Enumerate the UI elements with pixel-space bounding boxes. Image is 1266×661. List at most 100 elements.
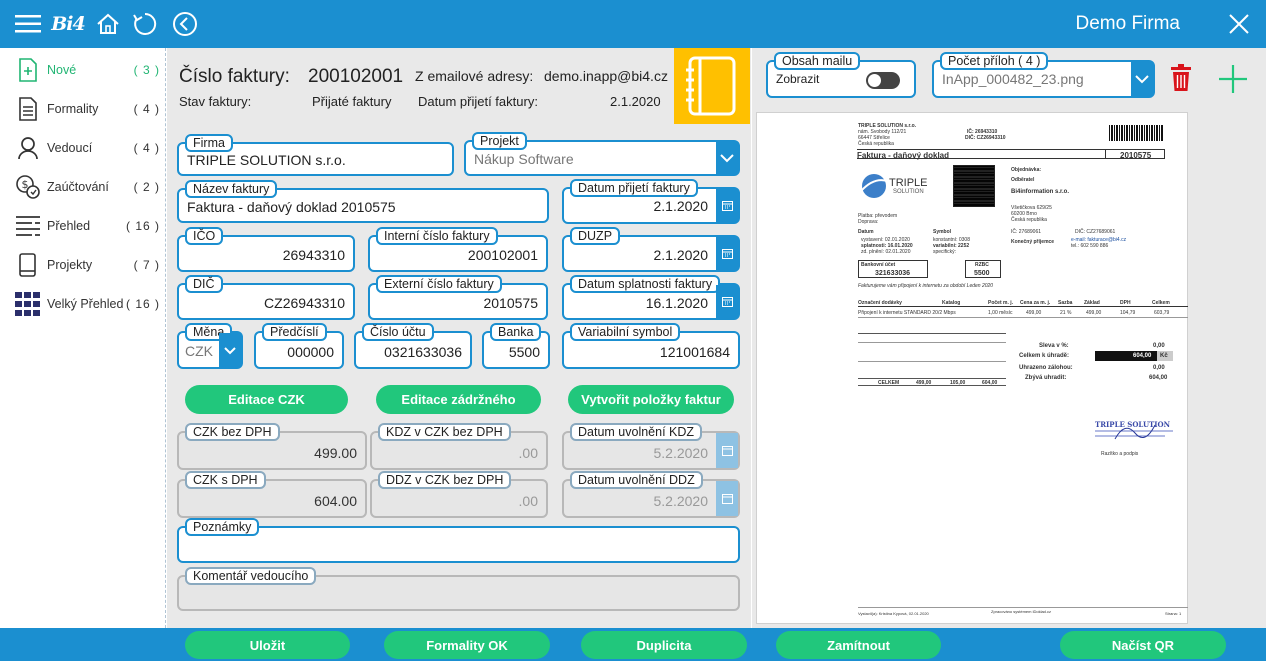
- sidebar-item-label: Zaúčtování: [47, 180, 109, 194]
- sidebar-item-label: Přehled: [47, 219, 91, 233]
- field-value: Faktura - daňový doklad 2010575: [187, 199, 396, 215]
- sidebar-item-label: Velký Přehled: [47, 297, 124, 311]
- field-label: CZK bez DPH: [185, 423, 280, 441]
- home-icon[interactable]: [94, 8, 122, 40]
- ico-field[interactable]: IČO 26943310: [177, 227, 355, 272]
- sidebar-item-vedouci[interactable]: Vedoucí ( 4 ): [0, 130, 166, 166]
- vytvorit-polozky-button[interactable]: Vytvořit položky faktur: [568, 385, 734, 414]
- preview-sleva-val: 0,00: [1153, 343, 1165, 349]
- field-value: 2.1.2020: [653, 198, 709, 214]
- chevron-down-icon[interactable]: [716, 142, 738, 174]
- sidebar-item-label: Nové: [47, 63, 77, 77]
- project-icon: [14, 251, 42, 279]
- preview-razitko: Razítko a podpis: [1101, 451, 1139, 457]
- duzp-field[interactable]: DUZP 2.1.2020: [562, 227, 740, 272]
- sum-zaklad: 499,00: [916, 380, 932, 386]
- field-value: TRIPLE SOLUTION s.r.o.: [187, 152, 346, 168]
- formality-ok-button[interactable]: Formality OK: [384, 631, 550, 659]
- row-dph: 104,79: [1120, 310, 1136, 316]
- trash-icon[interactable]: [1170, 64, 1192, 92]
- preview-odberatel: Odběratel: [1011, 177, 1035, 183]
- toggle-switch[interactable]: [866, 72, 900, 89]
- czk-bez-dph-field: CZK bez DPH 499.00: [177, 423, 367, 470]
- preview-items-header: Označení dodávky Katalog Počet m. j. Cen…: [858, 299, 1188, 307]
- sidebar-item-formality[interactable]: Formality ( 4 ): [0, 91, 166, 127]
- col-pocet: Počet m. j.: [988, 300, 1014, 306]
- calendar-icon[interactable]: [716, 285, 738, 318]
- refresh-icon[interactable]: [130, 8, 160, 40]
- field-label: CZK s DPH: [185, 471, 266, 489]
- col-celkem: Celkem: [1152, 300, 1170, 306]
- preview-celkem-val: 604,00: [1133, 353, 1152, 359]
- datum-splatnosti-field[interactable]: Datum splatnosti faktury 16.1.2020: [562, 275, 740, 320]
- obsah-mailu-field: Obsah mailu Zobrazit: [766, 52, 916, 98]
- field-value: 121001684: [659, 344, 730, 360]
- preview-title-box: Faktura - daňový doklad: [857, 149, 1107, 160]
- sidebar-item-nove[interactable]: Nové ( 3 ): [0, 52, 166, 88]
- sidebar-item-count: ( 2 ): [133, 180, 160, 194]
- projekt-select[interactable]: Projekt Nákup Software: [464, 132, 740, 176]
- field-label: Název faktury: [185, 180, 278, 198]
- externi-cislo-field[interactable]: Externí číslo faktury 2010575: [368, 275, 548, 320]
- banka-field[interactable]: Banka 5500: [482, 323, 550, 369]
- duplicita-button[interactable]: Duplicita: [581, 631, 747, 659]
- cislo-uctu-field[interactable]: Číslo účtu 0321633036: [354, 323, 472, 369]
- sidebar-item-velky-prehled[interactable]: Velký Přehled ( 16 ): [0, 286, 166, 322]
- field-value: 499.00: [314, 445, 357, 461]
- sidebar: Nové ( 3 ) Formality ( 4 ) Vedoucí ( 4 )…: [0, 48, 166, 628]
- sidebar-item-count: ( 16 ): [125, 219, 160, 233]
- calendar-icon[interactable]: [716, 237, 738, 270]
- sidebar-item-zauctovani[interactable]: $ Zaúčtování ( 2 ): [0, 169, 166, 205]
- field-value: 200102001: [467, 247, 538, 263]
- row-pocet: 1,00 měsíc: [988, 310, 1013, 316]
- prilohy-select[interactable]: Počet příloh ( 4 ) InApp_000482_23.png: [932, 52, 1155, 98]
- zamitnout-button[interactable]: Zamítnout: [776, 631, 941, 659]
- interni-cislo-field[interactable]: Interní číslo faktury 200102001: [368, 227, 548, 272]
- datum-prijeti-field[interactable]: Datum přijetí faktury 2.1.2020: [562, 179, 740, 224]
- preview-datum: Datum: [858, 229, 874, 235]
- field-label: Variabilní symbol: [570, 323, 681, 341]
- preview-zbyva: Zbývá uhradit:: [1025, 375, 1067, 381]
- sidebar-item-prehled[interactable]: Přehled ( 16 ): [0, 208, 166, 244]
- editace-czk-button[interactable]: Editace CZK: [185, 385, 348, 414]
- preview-zbyva-val: 604,00: [1149, 375, 1168, 381]
- field-label: Externí číslo faktury: [376, 275, 502, 293]
- ddz-field: DDZ v CZK bez DPH .00: [370, 471, 548, 518]
- predcisli-field[interactable]: Předčíslí 000000: [254, 323, 344, 369]
- nacist-qr-button[interactable]: Načíst QR: [1060, 631, 1226, 659]
- close-icon[interactable]: [1224, 8, 1254, 40]
- preview-footer-mid: Zpracováno systémem iDoklad.cz: [991, 609, 1052, 614]
- preview-footer-left: Vystavil(a): Kristina Kypová, 02.01.2020: [858, 611, 929, 616]
- nazev-faktury-field[interactable]: Název faktury Faktura - daňový doklad 20…: [177, 180, 549, 223]
- poznamky-field[interactable]: Poznámky: [177, 518, 740, 563]
- logo-text: TRIPLE: [889, 177, 928, 189]
- sidebar-item-projekty[interactable]: Projekty ( 7 ): [0, 247, 166, 283]
- ulozit-button[interactable]: Uložit: [185, 631, 350, 659]
- field-value: 604.00: [314, 493, 357, 509]
- preview-celkem-cur: Kč: [1160, 353, 1168, 359]
- field-value: 0321633036: [384, 344, 462, 360]
- add-icon[interactable]: [1218, 64, 1248, 94]
- chevron-down-icon[interactable]: [219, 333, 241, 367]
- dic-field[interactable]: DIČ CZ26943310: [177, 275, 355, 320]
- new-document-icon: [14, 56, 42, 84]
- received-label: Datum přijetí faktury:: [418, 94, 538, 109]
- field-value: 5.2.2020: [653, 493, 709, 509]
- bottom-action-bar: Uložit Formality OK Duplicita Zamítnout …: [0, 628, 1266, 661]
- notebook-icon[interactable]: [674, 48, 750, 124]
- preview-customer: Bi4information s.r.o.: [1011, 189, 1070, 195]
- calendar-icon[interactable]: [716, 189, 738, 222]
- chevron-down-icon[interactable]: [1131, 62, 1153, 96]
- row-zaklad: 499,00: [1086, 310, 1102, 316]
- mena-select[interactable]: Měna CZK: [177, 323, 243, 369]
- top-bar: Bi4 Demo Firma: [0, 0, 1266, 48]
- variabilni-symbol-field[interactable]: Variabilní symbol 121001684: [562, 323, 740, 369]
- editace-zadrzneho-button[interactable]: Editace zádržného: [376, 385, 541, 414]
- preview-symbol: Symbol: [933, 229, 952, 235]
- datum-uvolneni-ddz-field: Datum uvolnění DDZ 5.2.2020: [562, 471, 740, 518]
- firma-field[interactable]: Firma TRIPLE SOLUTION s.r.o.: [177, 134, 454, 176]
- back-icon[interactable]: [170, 8, 200, 40]
- menu-icon[interactable]: [14, 8, 42, 40]
- sidebar-item-label: Formality: [47, 102, 99, 116]
- preview-tel: tel.: 602 590 886: [1071, 243, 1109, 249]
